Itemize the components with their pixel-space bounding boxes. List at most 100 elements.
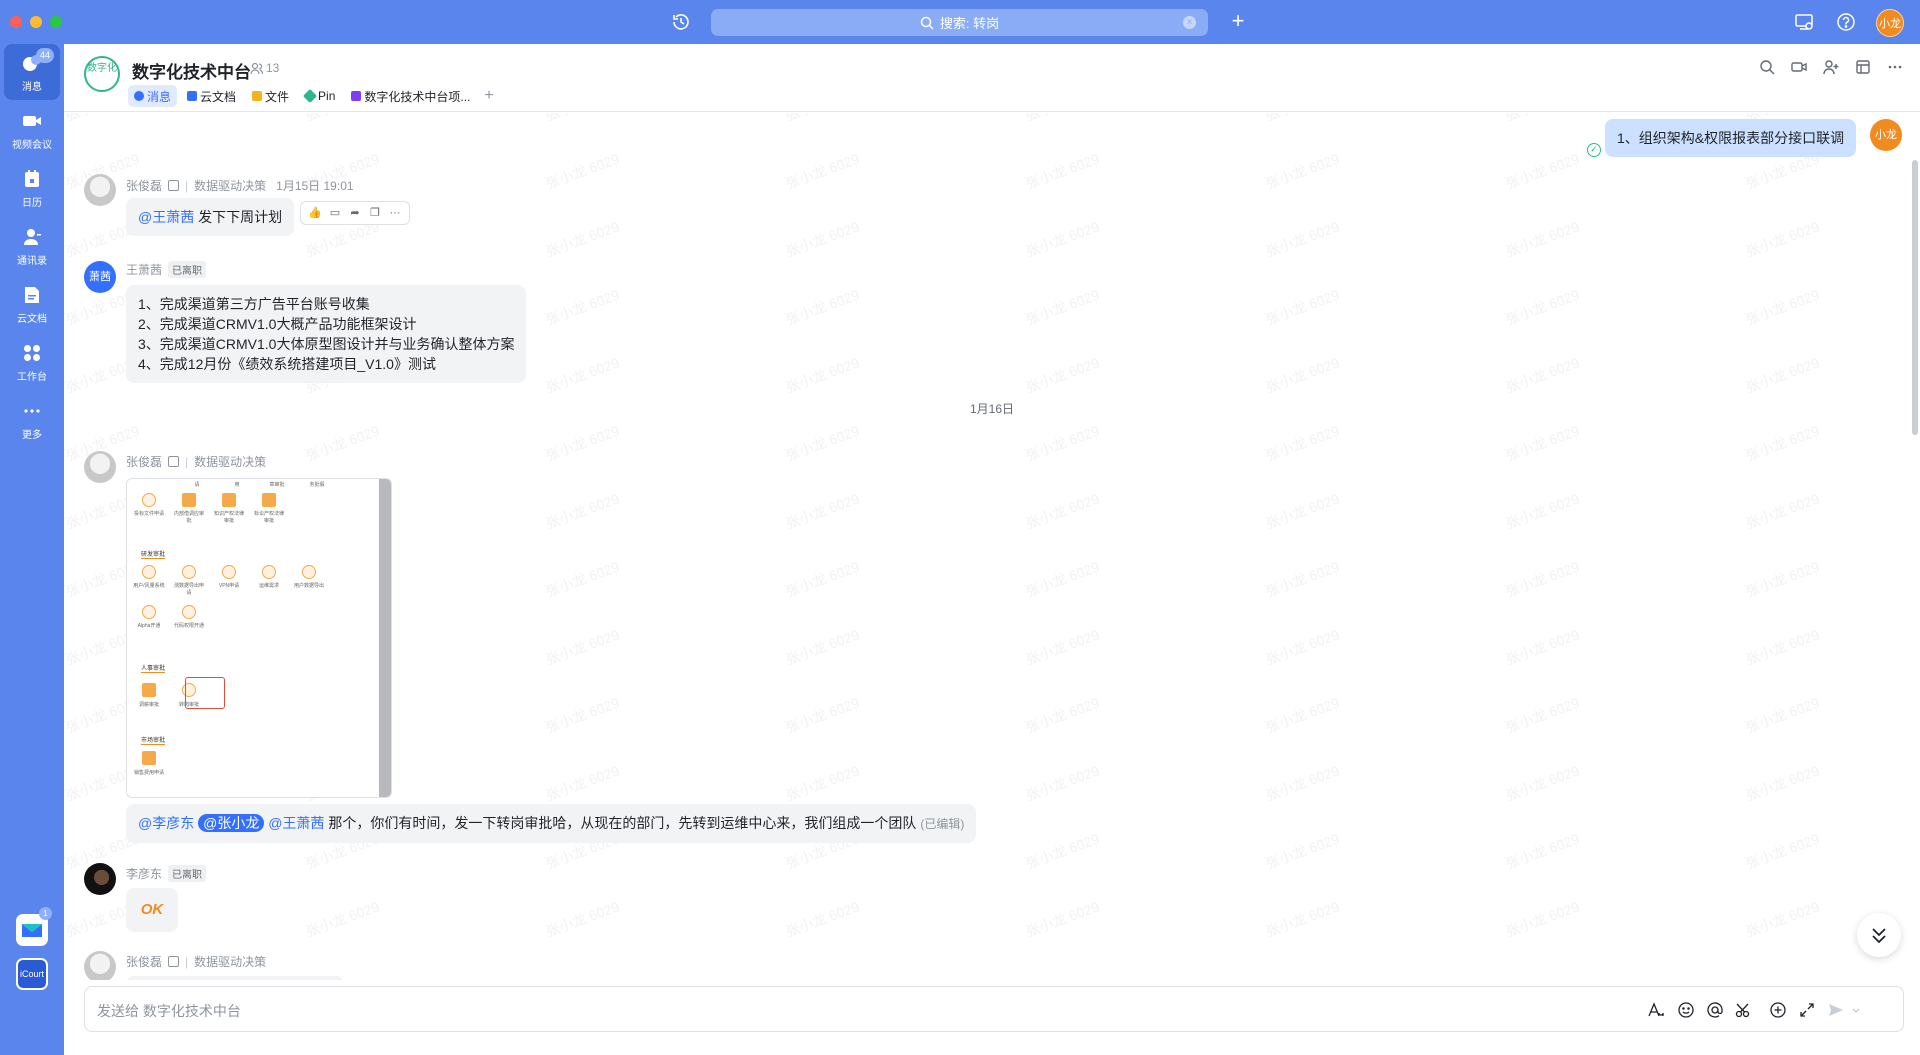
tab-project[interactable]: 数字化技术中台项... (345, 85, 476, 107)
plus-icon[interactable]: + (1228, 10, 1248, 32)
sender-avatar[interactable] (84, 451, 116, 483)
chat-board-icon[interactable] (1854, 58, 1872, 76)
message-bubble[interactable]: @李彦东 @张小龙 @王萧茜 那个，你们有时间，发一下转岗审批哈，从现在的部门，… (126, 804, 977, 843)
zoom-window-button[interactable] (50, 16, 62, 28)
reply-icon[interactable]: ▭ (325, 204, 345, 222)
tab-label: Pin (318, 89, 336, 103)
double-chevron-down-icon (1872, 928, 1886, 944)
nav-messages[interactable]: 消息 44 (4, 44, 60, 100)
sender-dept: 数据驱动决策 (194, 455, 267, 469)
calendar-status-icon (168, 956, 180, 967)
mention-at-icon[interactable] (1706, 1001, 1724, 1019)
watermark-text: 张小龙 6029 (783, 286, 862, 328)
meeting-room-icon[interactable] (1794, 12, 1814, 32)
watermark-text: 张小龙 6029 (1023, 762, 1102, 804)
message-bubble[interactable]: 1、完成渠道第三方广告平台账号收集 2、完成渠道CRMV1.0大概产品功能框架设… (126, 285, 527, 383)
nav-cloud-docs[interactable]: 云文档 (4, 276, 60, 332)
nav-contacts[interactable]: 通讯录 (4, 218, 60, 274)
message-text: 那个，你们有时间，发一下转岗审批哈，从现在的部门，先转到运维中心来，我们组成一个… (324, 815, 917, 831)
message-input[interactable]: 发送给 数字化技术中台 (84, 986, 1904, 1032)
sender-avatar[interactable] (84, 951, 116, 980)
quote-icon[interactable]: ❐ (365, 204, 385, 222)
mention[interactable]: @王萧茜 (268, 815, 324, 831)
sender-avatar[interactable]: 萧茜 (84, 261, 116, 293)
mention[interactable]: @王萧茜 (138, 209, 194, 225)
watermark-text: 张小龙 6029 (1503, 286, 1582, 328)
help-icon[interactable] (1836, 12, 1856, 32)
more-actions-icon[interactable]: ··· (385, 204, 405, 222)
nav-calendar[interactable]: 日历 (4, 160, 60, 216)
clear-search-icon[interactable]: × (1183, 16, 1196, 29)
tab-cloud-docs[interactable]: 云文档 (181, 85, 242, 107)
message-list[interactable]: 张小龙 6029 张小龙 6029 张小龙 6029 张小龙 6029 张小龙 6029… (64, 113, 1920, 980)
expand-editor-icon[interactable] (1798, 1001, 1816, 1019)
scrollbar[interactable] (1912, 160, 1918, 435)
tab-messages[interactable]: 消息 (128, 85, 178, 107)
icourt-app-icon[interactable]: iCourt (16, 958, 48, 990)
sender-name[interactable]: 李彦东 (126, 865, 162, 882)
group-avatar[interactable]: 数字化 (84, 56, 120, 92)
message-line: 3、完成渠道CRMV1.0大体原型图设计并与业务确认整体方案 (138, 336, 515, 352)
sender-avatar[interactable] (84, 863, 116, 895)
nav-video-meeting[interactable]: 视频会议 (4, 102, 60, 158)
search-input[interactable]: 搜索: 转岗 × (711, 9, 1208, 36)
watermark-text: 张小龙 6029 (543, 150, 622, 192)
more-options-icon[interactable] (1886, 58, 1904, 76)
group-name[interactable]: 数字化技术中台 (132, 58, 251, 83)
watermark-text: 张小龙 6029 (1743, 354, 1822, 396)
message-meta: 李彦东 已离职 (126, 865, 207, 882)
close-window-button[interactable] (10, 16, 22, 28)
sender-name[interactable]: 张俊磊 (126, 453, 162, 470)
thumbs-up-icon[interactable]: 👍 (305, 204, 325, 222)
member-count[interactable]: 13 (250, 61, 279, 75)
chat-search-icon[interactable] (1758, 58, 1776, 76)
send-icon[interactable] (1827, 1001, 1845, 1019)
user-avatar[interactable]: 小龙 (1876, 9, 1904, 37)
text-format-icon[interactable] (1647, 1001, 1665, 1019)
mention[interactable]: @李彦东 (138, 815, 194, 831)
sender-avatar[interactable] (84, 174, 116, 206)
watermark-text: 张小龙 6029 (783, 694, 862, 736)
nav-more[interactable]: 更多 (4, 392, 60, 448)
jump-to-latest-button[interactable] (1857, 913, 1901, 957)
sender-dept: 数据驱动决策 (194, 955, 267, 969)
watermark-text: 张小龙 6029 (1743, 490, 1822, 532)
add-attachment-icon[interactable] (1769, 1001, 1787, 1019)
sender-name[interactable]: 张俊磊 (126, 177, 162, 194)
watermark-text: 张小龙 6029 (1023, 694, 1102, 736)
screenshot-scissors-icon[interactable] (1735, 1001, 1753, 1019)
self-message-bubble[interactable]: 1、组织架构&权限报表部分接口联调 (1605, 119, 1857, 157)
sender-name[interactable]: 张俊磊 (126, 953, 162, 970)
message-bubble[interactable] (126, 976, 344, 980)
status-badge: 已离职 (168, 865, 207, 882)
emoji-icon[interactable] (1677, 1001, 1695, 1019)
read-receipt-icon: ✓ (1587, 143, 1601, 157)
message-bubble[interactable]: @王萧茜 发下下周计划 (126, 198, 295, 236)
tab-label: 数字化技术中台项... (364, 89, 471, 104)
watermark-text: 张小龙 6029 (783, 762, 862, 804)
video-call-icon[interactable] (1790, 58, 1808, 76)
message-line: 1、完成渠道第三方广告平台账号收集 (138, 296, 370, 312)
tab-files[interactable]: 文件 (246, 85, 295, 107)
add-member-icon[interactable] (1822, 58, 1840, 76)
watermark-text: 张小龙 6029 (1023, 490, 1102, 532)
sender-name[interactable]: 王萧茜 (126, 261, 162, 278)
history-icon[interactable] (671, 12, 691, 32)
message-actions-bar: 👍 ▭ ➦ ❐ ··· (300, 201, 410, 225)
add-tab-icon[interactable]: + (484, 87, 493, 105)
image-item-label: 测数据导出申请 (173, 583, 204, 596)
image-item-icon (142, 493, 156, 507)
watermark-text: 张小龙 6029 (543, 626, 622, 668)
screenshot-image[interactable]: 请 用 章审批 务批假 投标文件申请 内部借调应审批 知识产权法律审批 标讼产权法律审批 研发审… (126, 478, 392, 798)
grid-apps-icon (24, 344, 40, 361)
ok-sticker[interactable]: OK (126, 888, 178, 932)
forward-icon[interactable]: ➦ (345, 204, 365, 222)
send-options-chevron-icon[interactable] (1851, 1001, 1861, 1019)
calendar-icon (25, 169, 39, 187)
minimize-window-button[interactable] (30, 16, 42, 28)
self-avatar[interactable]: 小龙 (1870, 119, 1902, 151)
nav-workplace[interactable]: 工作台 (4, 334, 60, 390)
tab-pin[interactable]: Pin (299, 85, 341, 107)
watermark-text: 张小龙 6029 (1743, 286, 1822, 328)
mention-self[interactable]: @张小龙 (198, 814, 265, 832)
